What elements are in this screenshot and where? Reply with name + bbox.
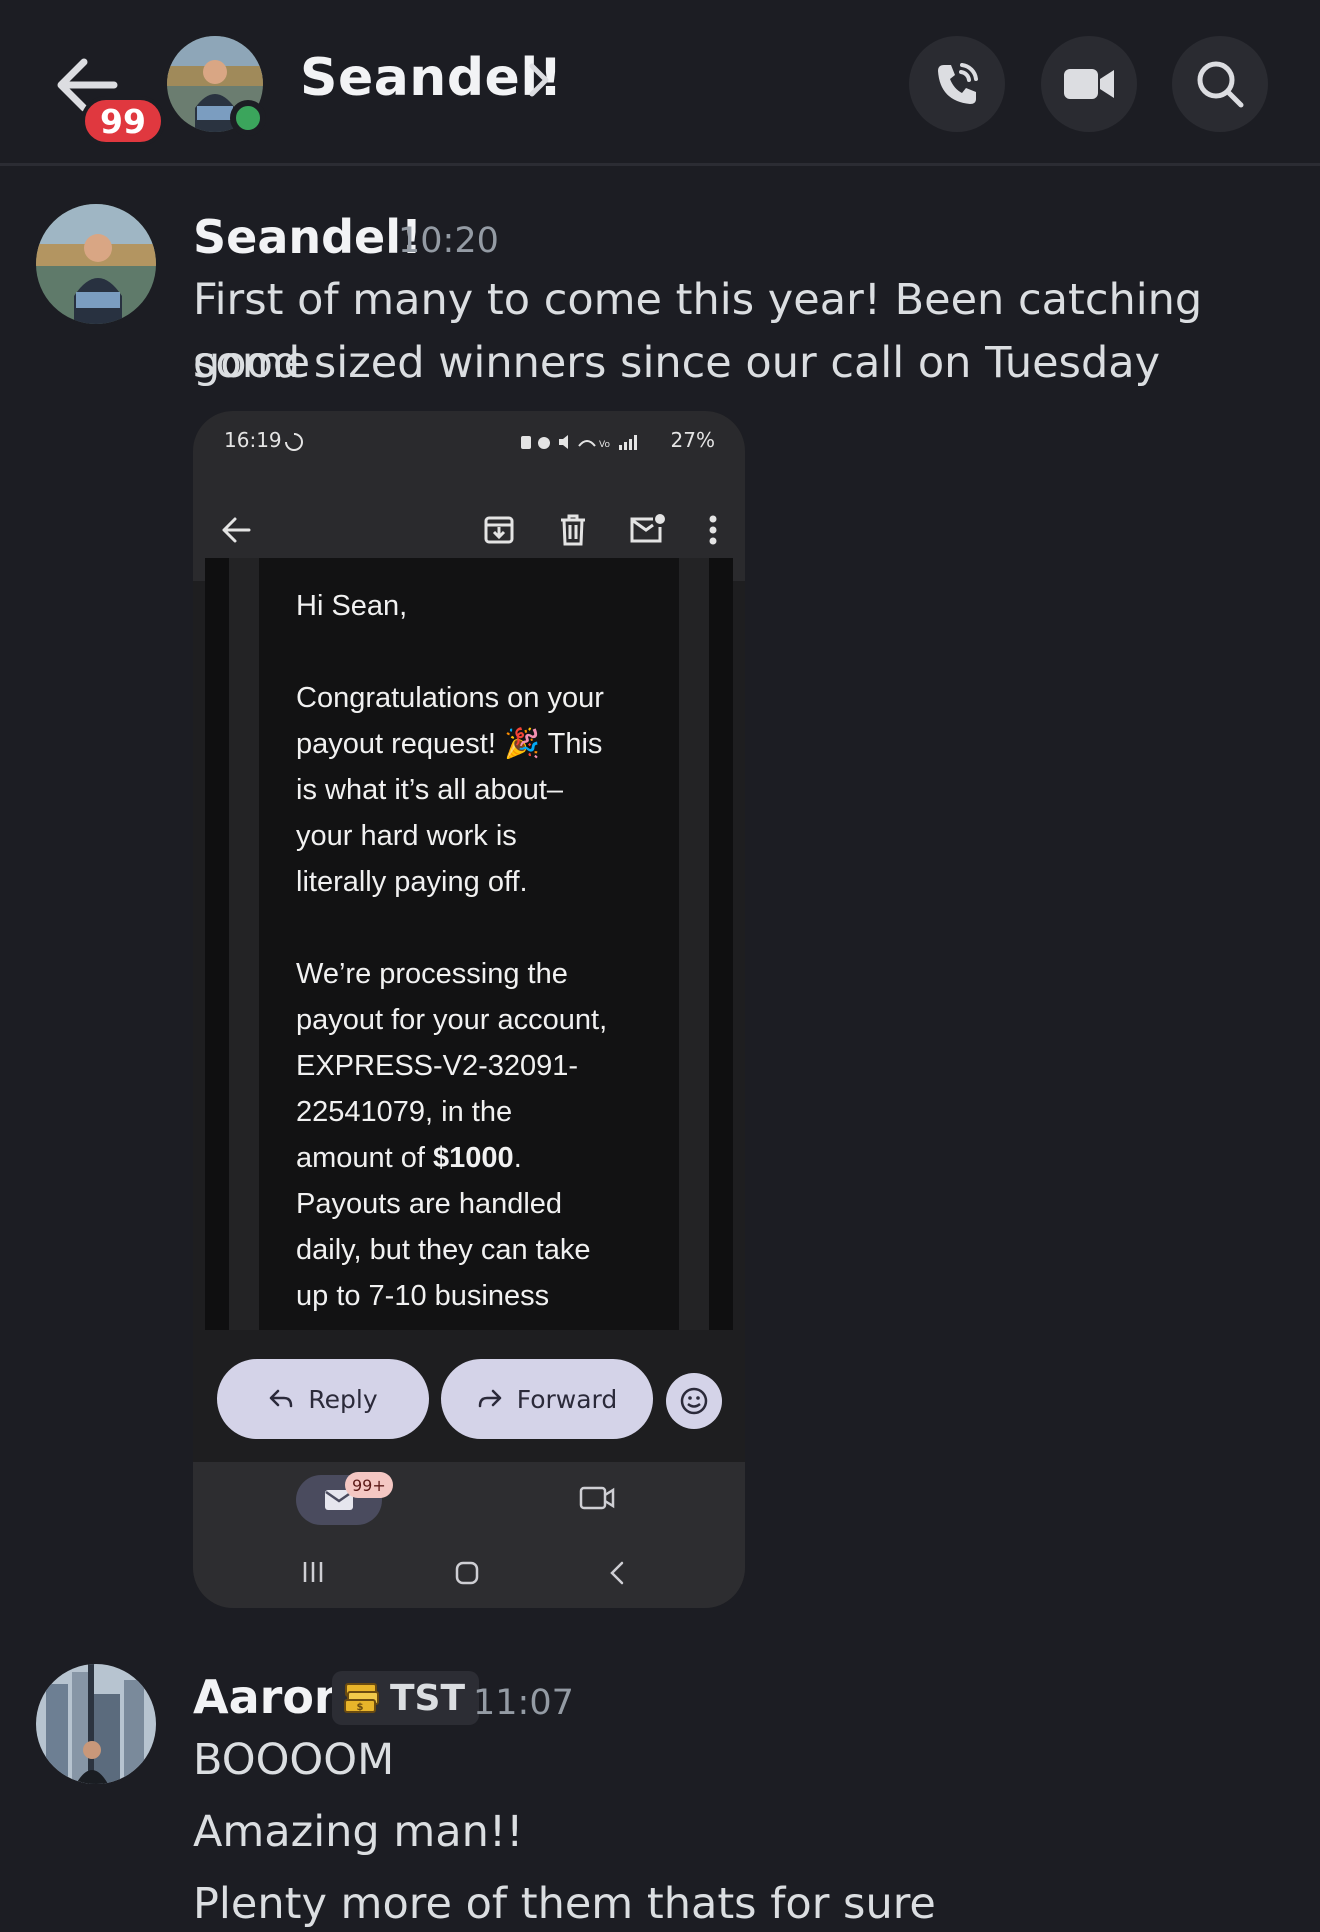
emoji-reaction-button — [666, 1373, 722, 1429]
email-amount: $1000 — [433, 1142, 514, 1174]
reply-button: Reply — [217, 1359, 429, 1439]
chat-header: 99 Seandel! — [0, 0, 1320, 166]
role-label: TST — [390, 1677, 466, 1719]
email-paragraph-1: Congratulations on your payout request! … — [296, 682, 604, 898]
forward-button: Forward — [441, 1359, 653, 1439]
phone-battery-text: 27% — [670, 428, 715, 452]
forward-icon — [478, 1389, 501, 1408]
phone-status-bar: 16:19 Vo 27% — [193, 411, 745, 481]
phone-icon — [938, 63, 978, 104]
image-attachment[interactable]: 16:19 Vo 27% Hi Sean, Congratulations on… — [193, 411, 745, 1608]
forward-label: Forward — [516, 1384, 618, 1414]
reply-label: Reply — [308, 1384, 378, 1414]
message-author[interactable]: Aaron — [193, 1670, 347, 1724]
svg-text:$: $ — [357, 1702, 364, 1713]
contact-name[interactable]: Seandel! — [300, 48, 563, 108]
voice-call-button[interactable] — [909, 36, 1005, 132]
svg-text:Vo: Vo — [599, 440, 610, 450]
message-text-line: good sized winners since our call on Tue… — [193, 338, 1161, 388]
video-camera-icon — [1064, 69, 1114, 99]
search-icon — [1197, 61, 1244, 108]
money-stack-icon: $ — [344, 1683, 379, 1713]
archive-icon — [484, 516, 514, 544]
message-text-line: Plenty more of them thats for sure — [193, 1879, 936, 1929]
phone-status-time: 16:19 — [224, 428, 282, 452]
mail-unread-badge: 99+ — [345, 1472, 393, 1498]
email-margin-right — [679, 558, 709, 1330]
message-timestamp: 11:07 — [473, 1683, 574, 1723]
back-chevron-icon — [610, 1561, 624, 1585]
status-icons: Vo — [521, 435, 637, 450]
smiley-icon — [680, 1387, 708, 1415]
author-avatar[interactable] — [36, 204, 156, 324]
back-arrow-icon — [222, 517, 251, 543]
search-button[interactable] — [1172, 36, 1268, 132]
trash-icon — [561, 514, 585, 546]
email-greeting: Hi Sean, — [296, 590, 408, 622]
reply-icon — [270, 1389, 293, 1408]
phone-bottom-nav — [193, 1462, 745, 1608]
video-call-button[interactable] — [1041, 36, 1137, 132]
email-body: Hi Sean, Congratulations on your payout … — [259, 558, 679, 1330]
loading-spinner-icon — [285, 433, 303, 451]
message-author[interactable]: Seandel! — [193, 210, 422, 264]
video-icon — [579, 1486, 615, 1510]
mark-unread-icon — [630, 514, 665, 543]
recent-apps-icon — [303, 1562, 323, 1582]
more-vertical-icon — [709, 515, 717, 545]
role-badge[interactable]: $ TST — [332, 1671, 480, 1725]
author-avatar[interactable] — [36, 1664, 156, 1784]
email-margin-left — [229, 558, 259, 1330]
message-text-line: Amazing man!! — [193, 1807, 524, 1857]
message-timestamp: 10:20 — [398, 221, 499, 261]
unread-count-badge: 99 — [81, 96, 165, 146]
message-text-line: BOOOOM — [193, 1735, 395, 1785]
email-text: Hi Sean, Congratulations on your payout … — [296, 583, 676, 1330]
online-status-dot — [230, 100, 266, 136]
chevron-right-icon[interactable] — [526, 60, 552, 100]
home-icon — [455, 1561, 479, 1585]
